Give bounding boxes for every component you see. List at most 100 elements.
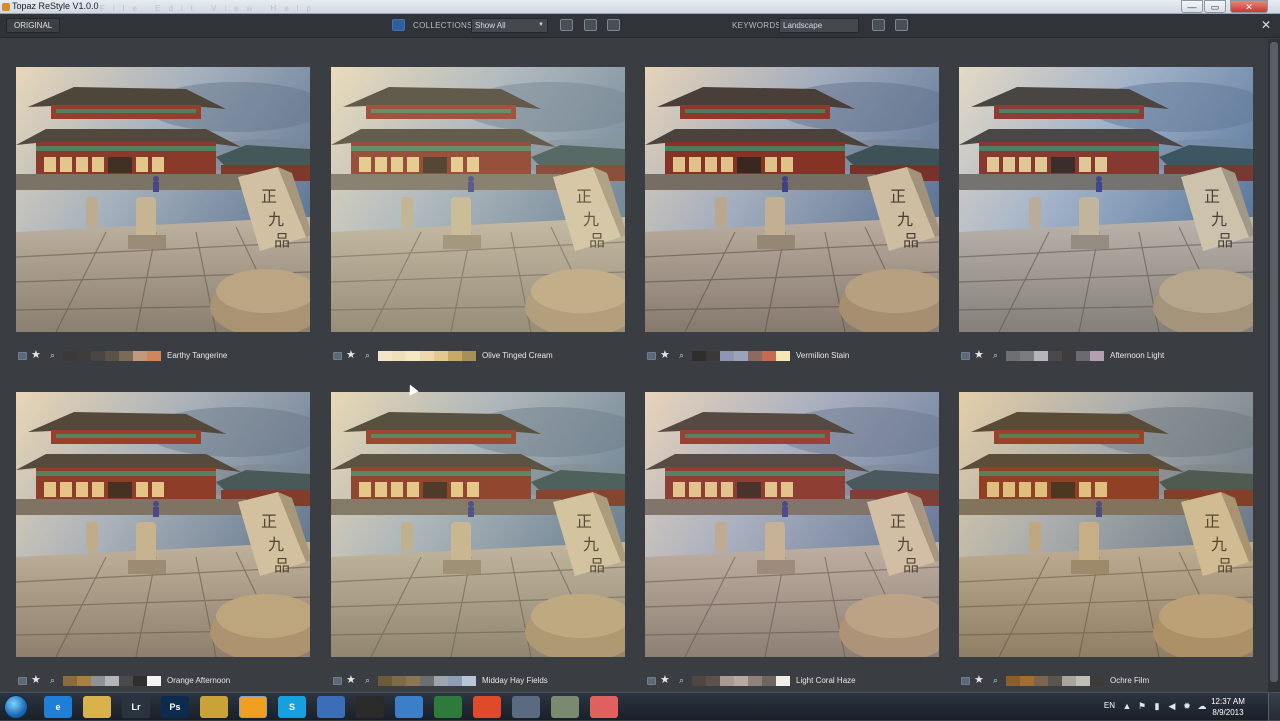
select-checkbox-icon[interactable] bbox=[647, 352, 656, 360]
preset-tile[interactable]: 正九品 ★ ⌕ Vermilion Stain bbox=[645, 67, 939, 367]
checkbox-icon[interactable] bbox=[607, 19, 620, 31]
taskbar-app-icon[interactable] bbox=[317, 696, 345, 718]
preset-thumbnail[interactable]: 正九品 bbox=[645, 392, 939, 657]
favorite-star-icon[interactable]: ★ bbox=[346, 349, 356, 361]
save-collection-icon[interactable] bbox=[584, 19, 597, 31]
select-checkbox-icon[interactable] bbox=[647, 677, 656, 685]
collections-icon[interactable] bbox=[392, 19, 405, 31]
show-desktop-button[interactable] bbox=[1268, 693, 1280, 721]
magnify-icon[interactable]: ⌕ bbox=[50, 349, 55, 361]
color-swatch bbox=[462, 676, 476, 686]
preset-info-bar: ★ ⌕ Earthy Tangerine bbox=[16, 349, 310, 362]
start-button[interactable] bbox=[4, 695, 28, 719]
favorite-star-icon[interactable]: ★ bbox=[974, 349, 984, 361]
color-swatch bbox=[1020, 351, 1034, 361]
color-swatch bbox=[91, 351, 105, 361]
taskbar-app-icon[interactable]: S bbox=[278, 696, 306, 718]
magnify-icon[interactable]: ⌕ bbox=[679, 349, 684, 361]
magnify-icon[interactable]: ⌕ bbox=[993, 674, 998, 686]
language-indicator[interactable]: EN bbox=[1104, 701, 1115, 710]
preset-name: Afternoon Light bbox=[1110, 351, 1165, 360]
system-clock[interactable]: 12:37 AM 8/9/2013 bbox=[1204, 696, 1252, 718]
palace-photo: 正九品 bbox=[959, 67, 1253, 332]
clear-tag-icon[interactable] bbox=[895, 19, 908, 31]
taskbar-app-icon[interactable]: e bbox=[44, 696, 72, 718]
favorite-star-icon[interactable]: ★ bbox=[974, 674, 984, 686]
select-checkbox-icon[interactable] bbox=[333, 352, 342, 360]
preset-thumbnail[interactable]: 正九品 bbox=[331, 392, 625, 657]
select-checkbox-icon[interactable] bbox=[18, 677, 27, 685]
preset-tile[interactable]: 正九品 ★ ⌕ Orange Afternoon bbox=[16, 392, 310, 692]
taskbar-app-icon[interactable] bbox=[83, 696, 111, 718]
color-swatches bbox=[1006, 676, 1104, 686]
preset-thumbnail[interactable]: 正九品 bbox=[16, 67, 310, 332]
taskbar-app-icon[interactable] bbox=[512, 696, 540, 718]
color-swatch bbox=[706, 351, 720, 361]
maximize-button[interactable]: ▭ bbox=[1204, 0, 1226, 13]
preset-thumbnail[interactable]: 正九品 bbox=[645, 67, 939, 332]
preset-tile[interactable]: 正九品 ★ ⌕ Earthy Tangerine bbox=[16, 67, 310, 367]
favorite-star-icon[interactable]: ★ bbox=[660, 674, 670, 686]
taskbar-app-icon[interactable] bbox=[473, 696, 501, 718]
color-swatches bbox=[63, 351, 161, 361]
volume-icon[interactable]: ◀ bbox=[1167, 701, 1177, 711]
favorite-star-icon[interactable]: ★ bbox=[346, 674, 356, 686]
windows-taskbar: e Lr Ps S EN ▲ ⚑ ▮ ◀ ✹ ☁ 12:37 AM 8/9/2013 bbox=[0, 692, 1280, 721]
preset-tile[interactable]: 正九品 ★ ⌕ Light Coral Haze bbox=[645, 392, 939, 692]
preset-grid: 正九品 ★ ⌕ Earthy Tangerine 正 九 品 ★ ⌕ Olive… bbox=[0, 39, 1268, 692]
scrollbar-thumb[interactable] bbox=[1270, 42, 1278, 682]
preset-thumbnail[interactable]: 正九品 bbox=[16, 392, 310, 657]
taskbar-app-icon[interactable] bbox=[434, 696, 462, 718]
select-checkbox-icon[interactable] bbox=[961, 352, 970, 360]
magnify-icon[interactable]: ⌕ bbox=[50, 674, 55, 686]
preset-tile[interactable]: 正九品 ★ ⌕ Afternoon Light bbox=[959, 67, 1253, 367]
preset-tile[interactable]: 正九品 ★ ⌕ Ochre Film bbox=[959, 392, 1253, 692]
palace-photo: 正九品 bbox=[16, 392, 310, 657]
magnify-icon[interactable]: ⌕ bbox=[365, 674, 370, 686]
taskbar-app-icon[interactable] bbox=[395, 696, 423, 718]
color-swatch bbox=[762, 676, 776, 686]
magnify-icon[interactable]: ⌕ bbox=[993, 349, 998, 361]
favorite-star-icon[interactable]: ★ bbox=[31, 674, 41, 686]
network-icon[interactable]: ▮ bbox=[1152, 701, 1162, 711]
collections-select[interactable]: Show All ▼ bbox=[471, 18, 548, 33]
folder-icon[interactable] bbox=[560, 19, 573, 31]
taskbar-app-icon[interactable] bbox=[590, 696, 618, 718]
preset-thumbnail[interactable]: 正九品 bbox=[331, 67, 625, 332]
magnify-icon[interactable]: ⌕ bbox=[365, 349, 370, 361]
magnify-icon[interactable]: ⌕ bbox=[679, 674, 684, 686]
flag-icon[interactable]: ⚑ bbox=[1137, 701, 1147, 711]
preset-info-bar: ★ ⌕ Orange Afternoon bbox=[16, 674, 310, 687]
taskbar-app-icon[interactable] bbox=[551, 696, 579, 718]
color-swatch bbox=[692, 676, 706, 686]
preset-tile[interactable]: 正九品 ★ ⌕ Midday Hay Fields bbox=[331, 392, 625, 692]
tag-icon[interactable] bbox=[872, 19, 885, 31]
select-checkbox-icon[interactable] bbox=[18, 352, 27, 360]
color-swatch bbox=[1006, 676, 1020, 686]
chevron-down-icon: ▼ bbox=[538, 22, 544, 28]
color-swatch bbox=[105, 351, 119, 361]
minimize-button[interactable]: — bbox=[1181, 0, 1203, 13]
preset-tile[interactable]: 正九品 ★ ⌕ Olive Tinged Cream bbox=[331, 67, 625, 367]
collections-label: COLLECTIONS: bbox=[413, 21, 476, 30]
preset-thumbnail[interactable]: 正九品 bbox=[959, 392, 1253, 657]
select-checkbox-icon[interactable] bbox=[961, 677, 970, 685]
gear-icon[interactable]: ✹ bbox=[1182, 701, 1192, 711]
taskbar-app-icon[interactable]: Lr bbox=[122, 696, 150, 718]
close-panel-icon[interactable]: ✕ bbox=[1261, 18, 1271, 32]
color-swatch bbox=[378, 676, 392, 686]
select-checkbox-icon[interactable] bbox=[333, 677, 342, 685]
favorite-star-icon[interactable]: ★ bbox=[31, 349, 41, 361]
taskbar-app-icon[interactable]: Ps bbox=[161, 696, 189, 718]
keywords-input[interactable]: Landscape bbox=[779, 18, 859, 33]
close-window-button[interactable]: ✕ bbox=[1230, 0, 1268, 13]
color-swatch bbox=[406, 676, 420, 686]
original-button[interactable]: ORIGINAL bbox=[6, 18, 61, 33]
favorite-star-icon[interactable]: ★ bbox=[660, 349, 670, 361]
taskbar-app-icon[interactable] bbox=[239, 696, 267, 718]
arrow-up-icon[interactable]: ▲ bbox=[1122, 701, 1132, 711]
grid-scrollbar[interactable] bbox=[1268, 39, 1280, 692]
taskbar-app-icon[interactable] bbox=[200, 696, 228, 718]
taskbar-app-icon[interactable] bbox=[356, 696, 384, 718]
preset-thumbnail[interactable]: 正九品 bbox=[959, 67, 1253, 332]
